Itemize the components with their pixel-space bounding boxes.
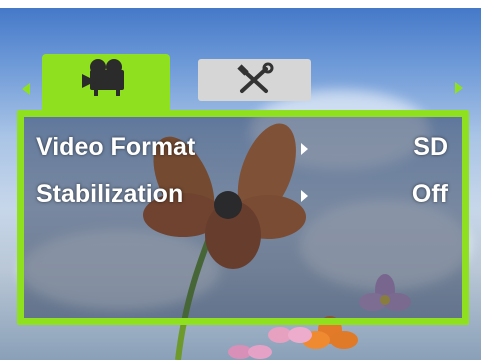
chevron-right-icon bbox=[301, 190, 308, 202]
video-camera-icon bbox=[82, 59, 124, 96]
menu-item-label: Video Format bbox=[36, 133, 196, 161]
tab-settings[interactable] bbox=[198, 59, 311, 101]
previous-tab-arrow-icon[interactable] bbox=[22, 83, 30, 95]
menu-item-value: Off bbox=[411, 180, 448, 208]
menu-item-value: SD bbox=[413, 133, 448, 161]
tab-video[interactable] bbox=[42, 54, 170, 114]
menu-item-label: Stabilization bbox=[36, 180, 184, 208]
tools-icon bbox=[237, 62, 274, 93]
next-tab-arrow-icon[interactable] bbox=[455, 82, 463, 94]
camera-menu-screen: Video Format SD Stabilization Off bbox=[0, 0, 481, 360]
menu-item-stabilization[interactable]: Stabilization Off bbox=[36, 180, 448, 214]
menu-item-video-format[interactable]: Video Format SD bbox=[36, 133, 448, 167]
chevron-right-icon bbox=[301, 143, 308, 155]
